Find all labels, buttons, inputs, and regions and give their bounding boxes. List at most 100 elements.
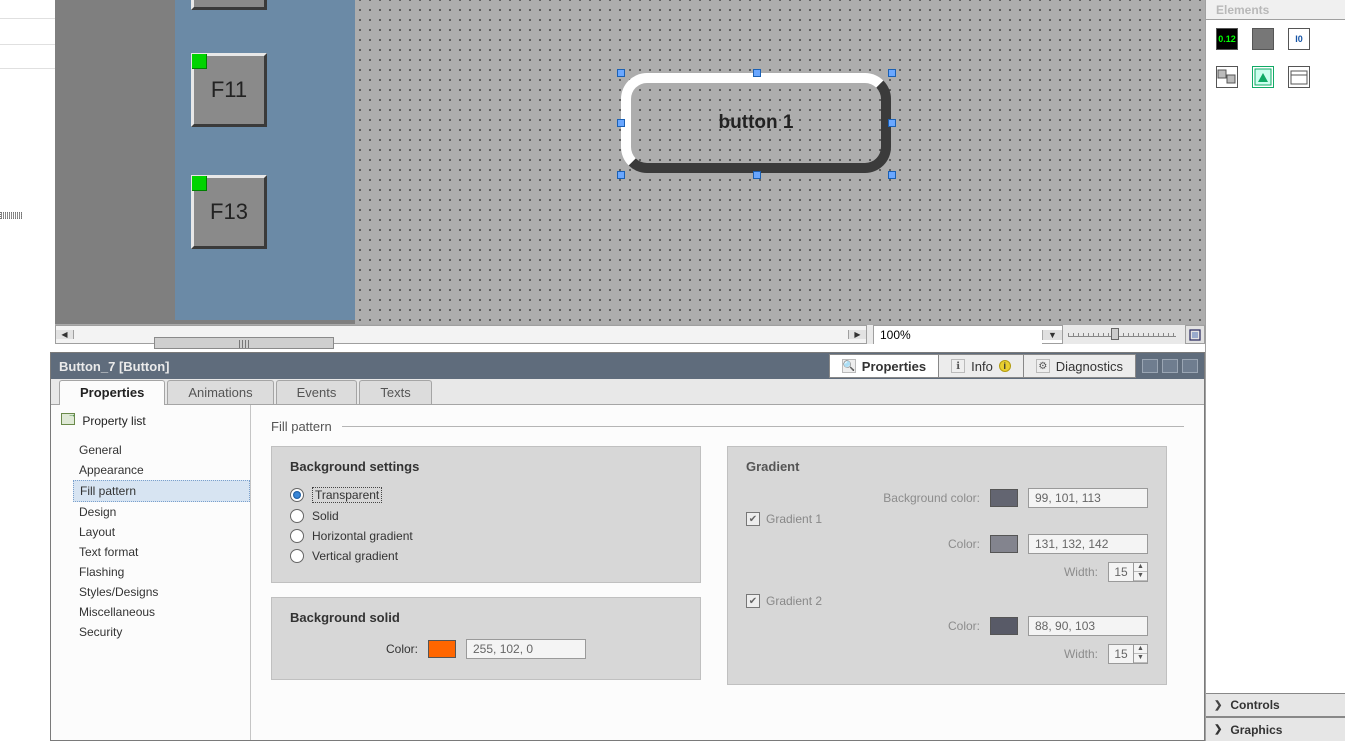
info-icon: ℹ [951,359,965,373]
fkey-f13[interactable]: F13 [191,175,267,249]
g2-width-label: Width: [1064,647,1098,661]
g1-width-label: Width: [1064,565,1098,579]
tool-date-time-icon[interactable] [1288,66,1310,88]
selection-title: Button_7 [Button] [51,359,169,374]
g2-color-value[interactable]: 88, 90, 103 [1028,616,1148,636]
g1-color-value[interactable]: 131, 132, 142 [1028,534,1148,554]
radio-label: Horizontal gradient [312,529,413,543]
zoom-combo[interactable]: ▼ [873,325,1063,344]
gradient2-label: Gradient 2 [766,594,822,608]
g1-width-value: 15 [1109,565,1133,579]
tool-symbolic-io-icon[interactable] [1216,66,1238,88]
tree-item-appearance[interactable]: Appearance [73,460,250,480]
subtab-events[interactable]: Events [276,380,358,404]
grad-bgcolor-value[interactable]: 99, 101, 113 [1028,488,1148,508]
canvas-hscroll[interactable]: ◀ ▶ [55,325,867,344]
panel-window-buttons [1136,359,1204,373]
radio-icon [290,488,304,502]
info-badge-icon: i [999,360,1011,372]
tool-numeric-io-icon[interactable]: 0.12 [1216,28,1238,50]
properties-icon: 🔍 [842,359,856,373]
tree-item-general[interactable]: General [73,440,250,460]
canvas[interactable]: F11 F13 button 1 [55,0,1205,324]
button-1[interactable]: button 1 [621,73,891,173]
ruler-handle[interactable] [0,212,22,219]
resize-handle-e[interactable] [888,119,896,127]
tree-item--tyle-de-ign-[interactable]: Styles/Designs [73,582,250,602]
g2-color-label: Color: [948,619,980,633]
resize-handle-nw[interactable] [617,69,625,77]
tab-diagnostics[interactable]: ⚙ Diagnostics [1023,354,1136,378]
tree-item-fla-hing[interactable]: Flashing [73,562,250,582]
tool-button-icon[interactable] [1252,28,1274,50]
g1-color-swatch[interactable] [990,535,1018,553]
toolbox-heading[interactable]: Elements [1206,0,1345,20]
solid-color-value[interactable]: 255, 102, 0 [466,639,586,659]
hscroll-left[interactable]: ◀ [56,330,74,339]
bgcolor-label: Background color: [883,491,980,505]
resize-handle-ne[interactable] [888,69,896,77]
spin-up-icon[interactable]: ▲ [1134,563,1147,572]
zoom-slider[interactable] [1063,325,1181,344]
g2-width-spin[interactable]: 15 ▲▼ [1108,644,1148,664]
radio-label: Solid [312,509,339,523]
property-list-header[interactable]: Property list [51,411,250,430]
toolbox-panel: Elements 0.12 I0 ❯ Controls ❯ Graphics [1205,0,1345,741]
tool-io-field-icon[interactable]: I0 [1288,28,1310,50]
bg-option-solid[interactable]: Solid [290,506,682,526]
property-subtabs: Properties Animations Events Texts [51,379,1204,405]
hscroll-right[interactable]: ▶ [848,330,866,339]
g1-width-spin[interactable]: 15 ▲▼ [1108,562,1148,582]
tree-item-layout[interactable]: Layout [73,522,250,542]
section-title: Fill pattern [271,419,332,434]
zoom-input[interactable] [874,326,1042,344]
property-detail: Fill pattern Background settings Transpa… [251,405,1204,740]
tree-item-mi-cellaneou-[interactable]: Miscellaneous [73,602,250,622]
grad-bgcolor-swatch[interactable] [990,489,1018,507]
panel-layout-1[interactable] [1142,359,1158,373]
gradient1-checkbox[interactable]: ✔ [746,512,760,526]
gradient2-checkbox[interactable]: ✔ [746,594,760,608]
subtab-animations[interactable]: Animations [167,380,273,404]
resize-handle-n[interactable] [753,69,761,77]
toolbox-section-controls[interactable]: ❯ Controls [1206,693,1345,717]
group-gradient: Gradient Background color: 99, 101, 113 … [727,446,1167,685]
property-panel: Button_7 [Button] 🔍 Properties ℹ Info i … [50,352,1205,741]
selection-group[interactable]: button 1 [605,65,910,185]
g2-color-swatch[interactable] [990,617,1018,635]
spin-down-icon[interactable]: ▼ [1134,654,1147,663]
zoom-dropdown-icon[interactable]: ▼ [1042,330,1062,340]
bg-option-transparent[interactable]: Transparent [290,484,682,506]
resize-handle-sw[interactable] [617,171,625,179]
subtab-properties[interactable]: Properties [59,380,165,404]
tab-properties[interactable]: 🔍 Properties [829,354,939,378]
panel-collapse[interactable] [1182,359,1198,373]
subtab-label: Texts [380,385,410,400]
toolbox-section-label: Graphics [1230,723,1282,737]
radio-icon [290,549,304,563]
tool-graphic-io-icon[interactable] [1252,66,1274,88]
button-1-label: button 1 [719,112,794,134]
toolbox-section-graphics[interactable]: ❯ Graphics [1206,717,1345,741]
resize-handle-s[interactable] [753,171,761,179]
tree-item-de-ign[interactable]: Design [73,502,250,522]
solid-color-swatch[interactable] [428,640,456,658]
bg-option-vertical gradient[interactable]: Vertical gradient [290,546,682,566]
gradient1-label: Gradient 1 [766,512,822,526]
zoom-fit-button[interactable] [1185,325,1205,344]
spin-down-icon[interactable]: ▼ [1134,572,1147,581]
spin-up-icon[interactable]: ▲ [1134,645,1147,654]
resize-handle-w[interactable] [617,119,625,127]
tree-item-text format[interactable]: Text format [73,542,250,562]
zoom-knob[interactable] [1111,328,1119,340]
panel-layout-2[interactable] [1162,359,1178,373]
hscroll-thumb[interactable] [154,337,334,349]
bg-option-horizontal gradient[interactable]: Horizontal gradient [290,526,682,546]
subtab-texts[interactable]: Texts [359,380,431,404]
fkey-f11[interactable]: F11 [191,53,267,127]
tab-info[interactable]: ℹ Info i [938,354,1024,378]
resize-handle-se[interactable] [888,171,896,179]
tree-item-fill pattern[interactable]: Fill pattern [73,480,250,502]
fkey[interactable] [191,0,267,10]
tree-item--ecurity[interactable]: Security [73,622,250,642]
